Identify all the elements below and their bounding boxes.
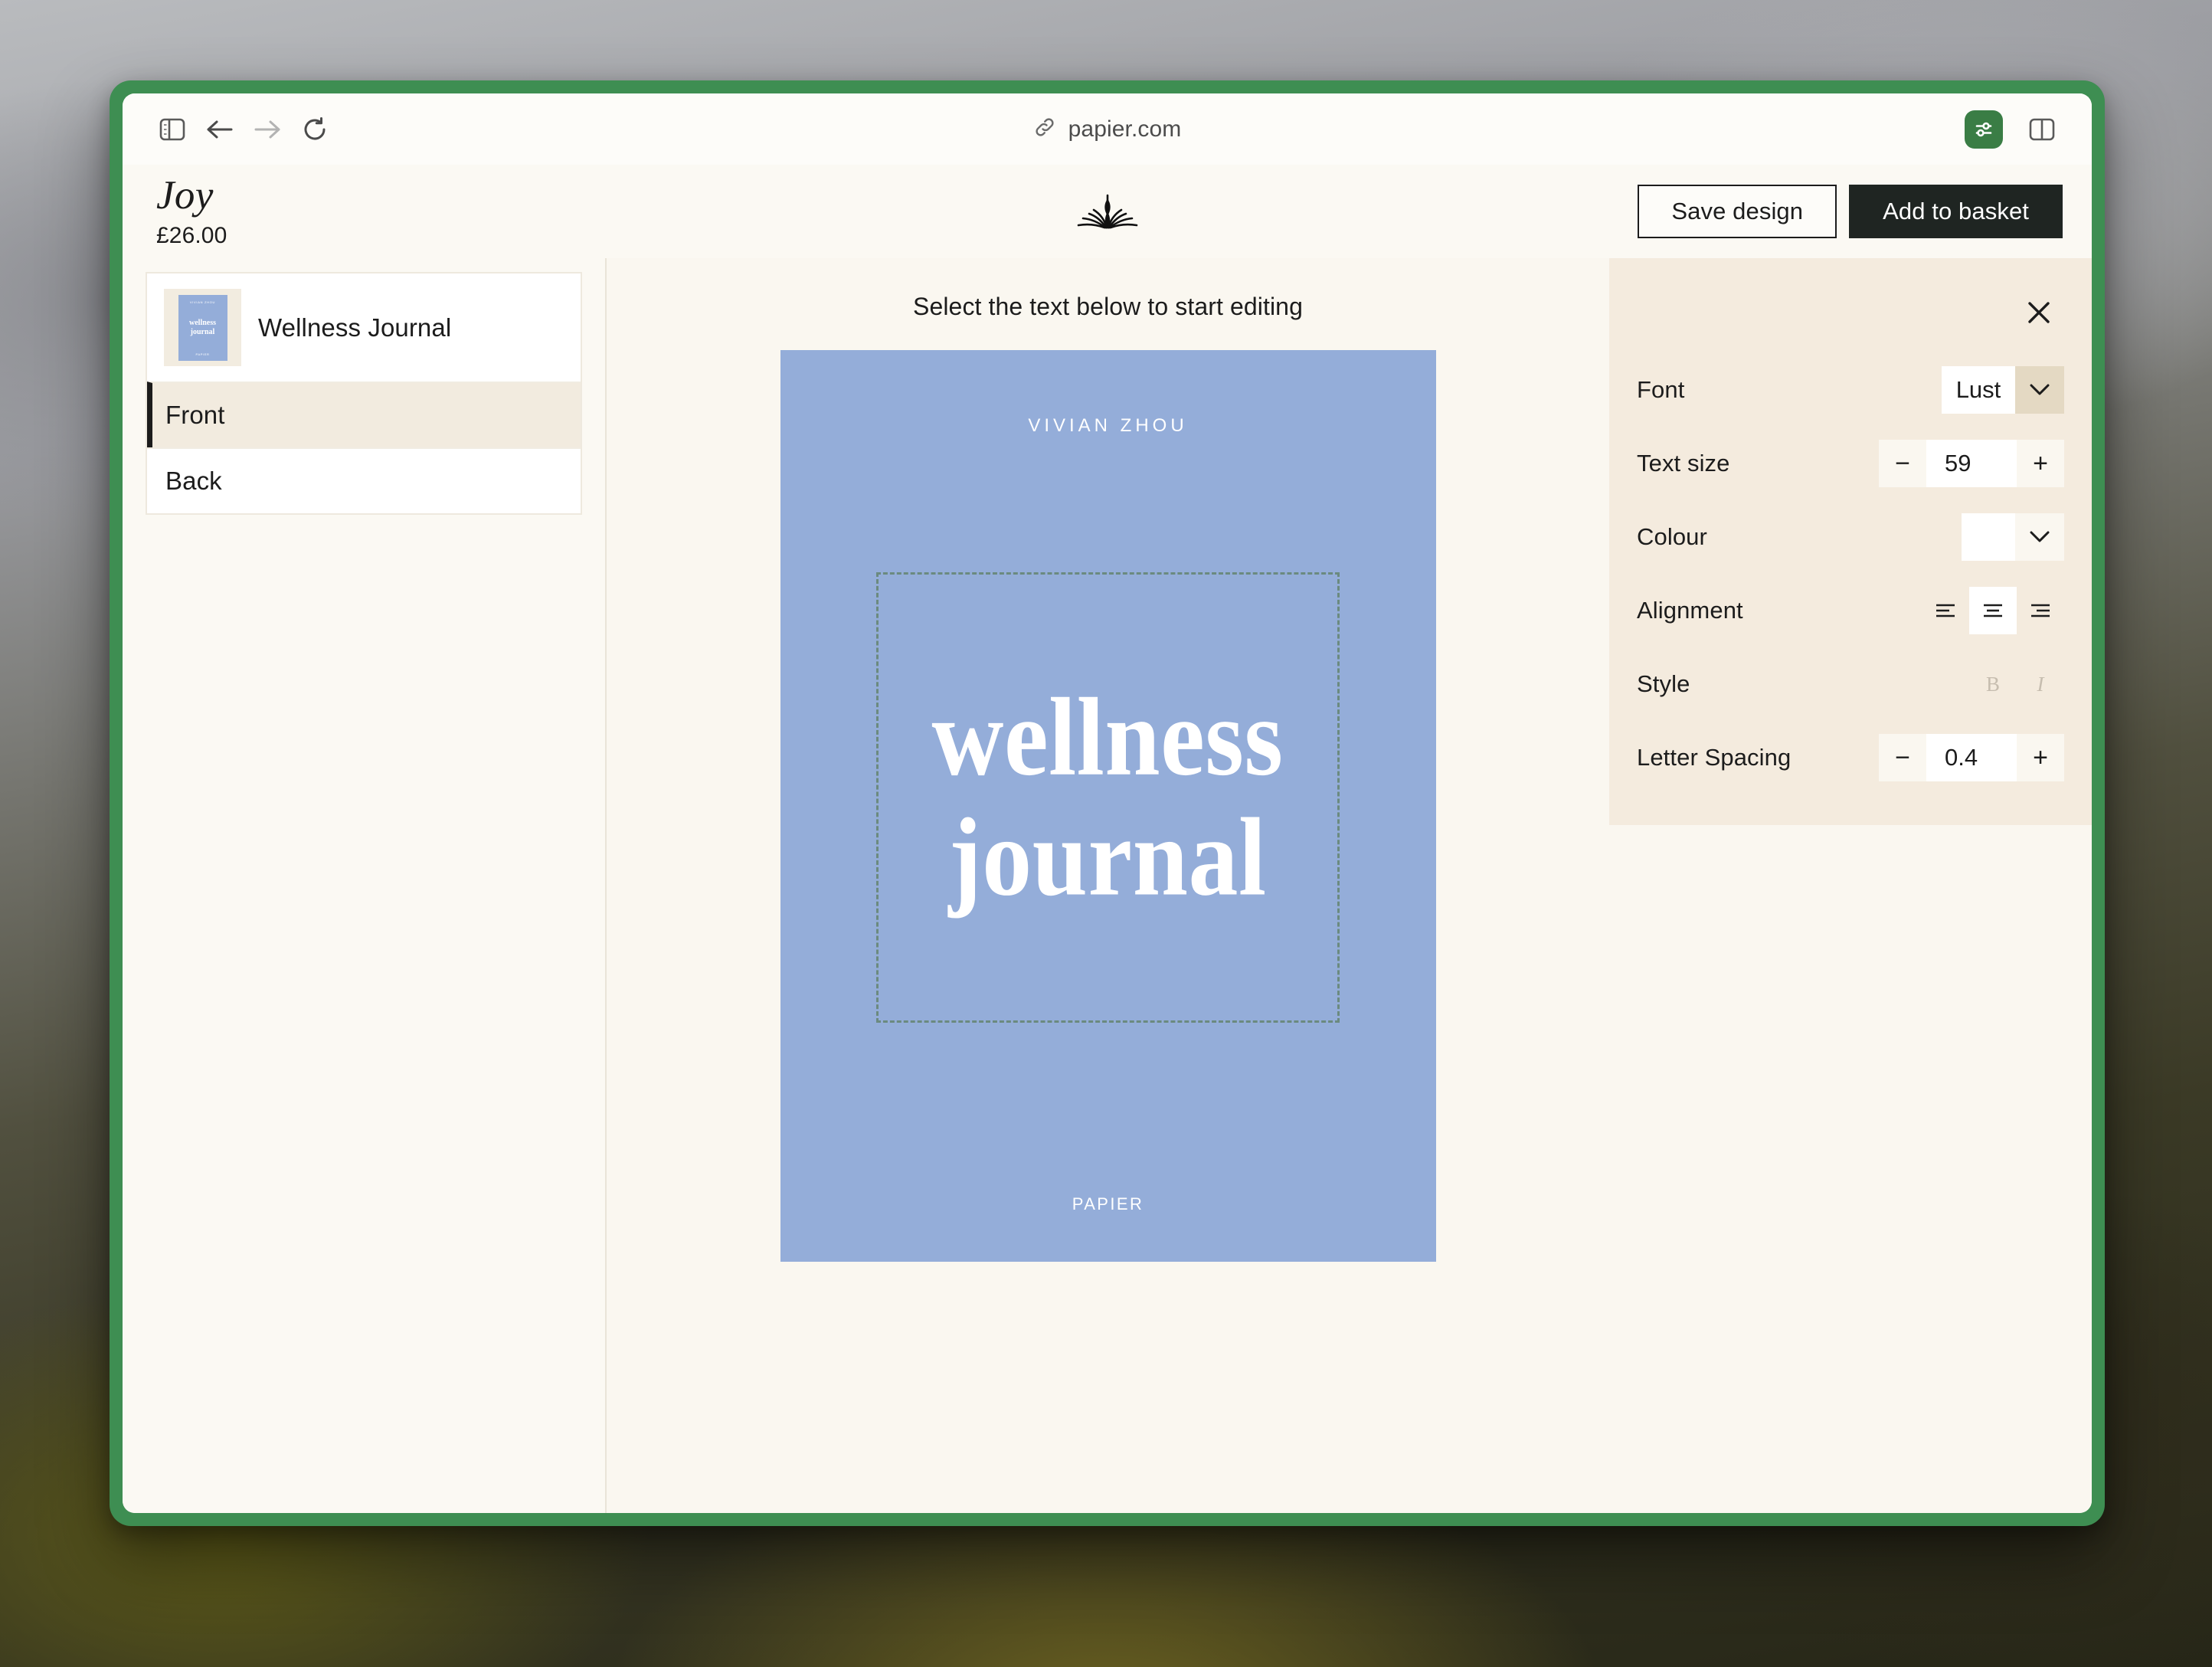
split-view-icon[interactable]: [2018, 106, 2066, 153]
journal-cover-preview[interactable]: VIVIAN ZHOU wellness journal PAPIER: [780, 350, 1436, 1262]
url-text: papier.com: [1068, 116, 1182, 142]
font-select-value: Lust: [1942, 366, 2015, 414]
letter-spacing-stepper: − +: [1879, 734, 2064, 781]
product-price: £26.00: [156, 222, 227, 248]
letter-spacing-control: − +: [1879, 734, 2064, 781]
thumbnail-brand: PAPIER: [195, 352, 210, 356]
alignment-row: Alignment: [1637, 574, 2064, 647]
cover-title-line-2: journal: [948, 795, 1267, 920]
sidebar: VIVIAN ZHOU wellness journal PAPIER Well…: [123, 258, 607, 1513]
text-selection-box[interactable]: wellness journal: [875, 572, 1340, 1023]
text-options-panel: Font Lust Text size − 59 + Colour Alignm…: [1609, 258, 2092, 1513]
align-right-icon: [2031, 604, 2050, 617]
font-control: Lust: [1942, 366, 2064, 414]
text-size-input[interactable]: [1926, 440, 2017, 487]
alignment-label: Alignment: [1637, 597, 1743, 624]
app-body: VIVIAN ZHOU wellness journal PAPIER Well…: [123, 258, 2092, 1513]
desktop-backdrop: papier.com Joy £26.00 Save design Add to…: [0, 0, 2212, 1667]
extension-sliders-icon[interactable]: [1965, 110, 2003, 149]
letter-spacing-label: Letter Spacing: [1637, 744, 1792, 771]
chevron-down-icon: [2015, 366, 2064, 414]
browser-window: papier.com Joy £26.00 Save design Add to…: [110, 80, 2105, 1526]
letter-spacing-input[interactable]: [1926, 734, 2017, 781]
link-icon: [1033, 116, 1056, 142]
browser-toolbar-right: [1965, 106, 2066, 153]
text-size-decrease-button[interactable]: −: [1879, 440, 1926, 487]
sidebar-item-product[interactable]: VIVIAN ZHOU wellness journal PAPIER Well…: [147, 273, 581, 382]
colour-row: Colour: [1637, 500, 2064, 574]
forward-arrow-icon[interactable]: [244, 106, 291, 153]
align-center-icon: [1984, 604, 2002, 617]
thumbnail-author: VIVIAN ZHOU: [189, 300, 216, 304]
cover-title-line-1: wellness: [931, 675, 1284, 799]
alignment-control: [1922, 587, 2064, 634]
style-control: B I: [1969, 660, 2064, 708]
close-icon[interactable]: [2021, 295, 2057, 330]
chevron-down-icon: [2015, 513, 2064, 561]
style-row: Style B I: [1637, 647, 2064, 721]
reload-icon[interactable]: [291, 106, 339, 153]
colour-label: Colour: [1637, 523, 1707, 550]
colour-swatch: [1962, 513, 2015, 561]
cover-brand-text: PAPIER: [1072, 1194, 1144, 1213]
panel-close-row: [1637, 258, 2064, 353]
canvas-area: Select the text below to start editing V…: [607, 258, 2039, 1513]
align-center-button[interactable]: [1969, 587, 2017, 634]
header-actions: Save design Add to basket: [1638, 185, 2063, 238]
align-right-button[interactable]: [2017, 587, 2064, 634]
text-size-control: − +: [1879, 440, 2064, 487]
sidebar-panel-icon[interactable]: [149, 106, 196, 153]
back-arrow-icon[interactable]: [196, 106, 244, 153]
product-thumbnail: VIVIAN ZHOU wellness journal PAPIER: [164, 289, 241, 366]
product-meta: Joy £26.00: [156, 174, 227, 248]
page-list-card: VIVIAN ZHOU wellness journal PAPIER Well…: [146, 272, 582, 515]
cover-preview-wrapper: VIVIAN ZHOU wellness journal PAPIER: [780, 350, 1436, 1262]
align-left-button[interactable]: [1922, 587, 1969, 634]
text-size-label: Text size: [1637, 450, 1730, 477]
italic-button[interactable]: I: [2017, 660, 2064, 708]
add-to-basket-button[interactable]: Add to basket: [1849, 185, 2063, 238]
browser-toolbar: papier.com: [123, 93, 2092, 165]
thumbnail-cover: VIVIAN ZHOU wellness journal PAPIER: [178, 294, 227, 361]
colour-control: [1962, 513, 2064, 561]
colour-select[interactable]: [1962, 513, 2064, 561]
sidebar-item-front[interactable]: Front: [147, 382, 581, 447]
font-row: Font Lust: [1637, 353, 2064, 427]
text-size-row: Text size − +: [1637, 427, 2064, 500]
browser-viewport: papier.com Joy £26.00 Save design Add to…: [123, 93, 2092, 1513]
bold-button[interactable]: B: [1969, 660, 2017, 708]
product-name-label: Wellness Journal: [258, 313, 452, 342]
style-label: Style: [1637, 670, 1690, 697]
save-design-button[interactable]: Save design: [1638, 185, 1837, 238]
address-bar[interactable]: papier.com: [123, 116, 2092, 142]
font-select[interactable]: Lust: [1942, 366, 2064, 414]
font-label: Font: [1637, 376, 1685, 403]
cover-title-text[interactable]: wellness journal: [932, 677, 1284, 918]
thumbnail-title: wellness journal: [189, 319, 216, 336]
letter-spacing-increase-button[interactable]: +: [2017, 734, 2064, 781]
app-header: Joy £26.00 Save design Add to basket: [123, 165, 2092, 258]
text-size-increase-button[interactable]: +: [2017, 440, 2064, 487]
sidebar-item-back[interactable]: Back: [147, 447, 581, 513]
letter-spacing-row: Letter Spacing − +: [1637, 721, 2064, 794]
page-title: Joy: [156, 173, 214, 218]
cover-author-text[interactable]: VIVIAN ZHOU: [1028, 415, 1187, 437]
text-options-card: Font Lust Text size − 59 + Colour Alignm…: [1609, 258, 2092, 825]
canvas-hint-text: Select the text below to start editing: [913, 293, 1303, 320]
letter-spacing-decrease-button[interactable]: −: [1879, 734, 1926, 781]
align-left-icon: [1936, 604, 1955, 617]
text-size-stepper: − +: [1879, 440, 2064, 487]
